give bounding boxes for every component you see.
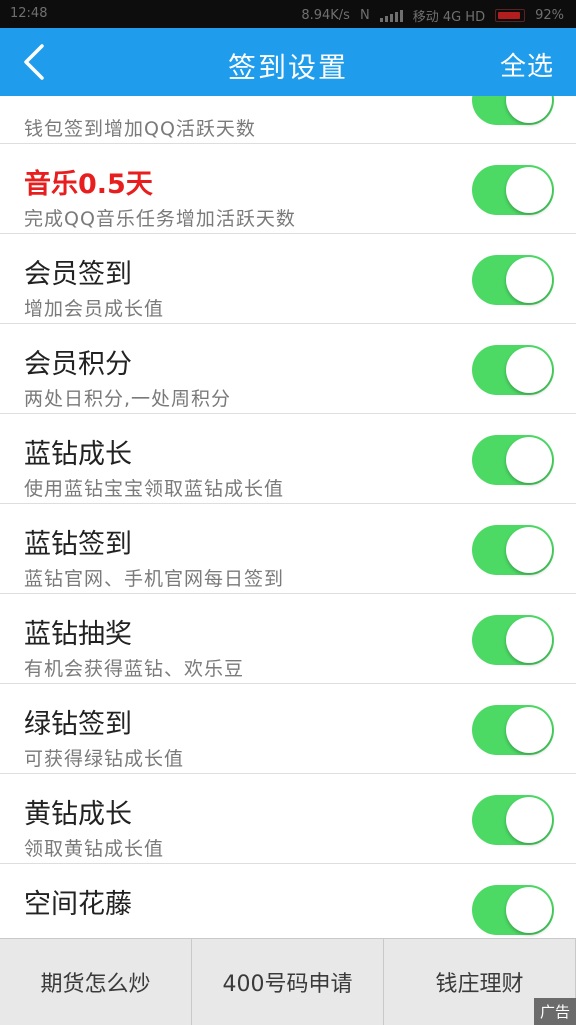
app-header: 签到设置 全选 — [0, 28, 576, 96]
list-item: 空间花藤 — [0, 864, 576, 940]
status-bar: 12:48 8.94K/s N 移动 4G HD 92% — [0, 0, 576, 28]
ad-badge: 广告 — [533, 998, 576, 1025]
toggle-switch[interactable] — [472, 345, 554, 395]
ad-bar: 期货怎么炒 400号码申请 钱庄理财 广告 — [0, 938, 576, 1025]
item-description: 有机会获得蓝钻、欢乐豆 — [24, 658, 245, 680]
toggle-knob — [506, 96, 552, 123]
toggle-knob — [506, 617, 552, 663]
item-description: 增加会员成长值 — [24, 298, 165, 320]
toggle-switch[interactable] — [472, 435, 554, 485]
item-title: 绿钻签到 — [24, 709, 132, 740]
item-description: 两处日积分,一处周积分 — [24, 388, 232, 410]
select-all-button[interactable]: 全选 — [500, 46, 554, 83]
sign-in-list-inner: 钱包签到增加QQ活跃天数音乐0.5天完成QQ音乐任务增加活跃天数会员签到增加会员… — [0, 96, 576, 940]
toggle-switch[interactable] — [472, 615, 554, 665]
item-description: 完成QQ音乐任务增加活跃天数 — [24, 208, 296, 230]
item-title: 蓝钻签到 — [24, 529, 132, 560]
toggle-switch[interactable] — [472, 885, 554, 935]
item-title: 空间花藤 — [24, 889, 132, 920]
toggle-switch[interactable] — [472, 795, 554, 845]
network-speed: 8.94K/s — [301, 8, 350, 23]
item-title: 音乐0.5天 — [24, 169, 153, 200]
status-time: 12:48 — [10, 6, 48, 21]
item-description: 使用蓝钻宝宝领取蓝钻成长值 — [24, 478, 285, 500]
signal-icon — [379, 9, 403, 22]
toggle-knob — [506, 887, 552, 933]
ad-link-futures[interactable]: 期货怎么炒 — [0, 939, 192, 1025]
toggle-knob — [506, 437, 552, 483]
list-item: 蓝钻签到蓝钻官网、手机官网每日签到 — [0, 504, 576, 594]
list-item: 钱包签到增加QQ活跃天数 — [0, 96, 576, 144]
page-title: 签到设置 — [227, 51, 348, 84]
toggle-knob — [506, 797, 552, 843]
item-description: 蓝钻官网、手机官网每日签到 — [24, 568, 285, 590]
toggle-knob — [506, 257, 552, 303]
ad-link-400-number[interactable]: 400号码申请 — [192, 939, 384, 1025]
item-title: 会员积分 — [24, 349, 132, 380]
item-title: 会员签到 — [24, 259, 132, 290]
item-description: 可获得绿钻成长值 — [24, 748, 185, 770]
toggle-switch[interactable] — [472, 165, 554, 215]
item-title: 黄钻成长 — [24, 799, 132, 830]
list-item: 蓝钻成长使用蓝钻宝宝领取蓝钻成长值 — [0, 414, 576, 504]
carrier-label: 移动 4G HD — [412, 10, 486, 25]
list-item: 绿钻签到可获得绿钻成长值 — [0, 684, 576, 774]
item-description: 领取黄钻成长值 — [24, 838, 165, 860]
battery-icon — [495, 9, 526, 22]
list-item: 蓝钻抽奖有机会获得蓝钻、欢乐豆 — [0, 594, 576, 684]
status-right: 8.94K/s N 移动 4G HD 92% — [301, 6, 564, 25]
toggle-switch[interactable] — [472, 525, 554, 575]
list-item: 会员积分两处日积分,一处周积分 — [0, 324, 576, 414]
item-description: 钱包签到增加QQ活跃天数 — [24, 118, 256, 140]
item-title: 蓝钻成长 — [24, 439, 132, 470]
toggle-knob — [506, 167, 552, 213]
toggle-knob — [506, 347, 552, 393]
sign-in-list[interactable]: 钱包签到增加QQ活跃天数音乐0.5天完成QQ音乐任务增加活跃天数会员签到增加会员… — [0, 96, 576, 940]
toggle-knob — [506, 527, 552, 573]
list-item: 会员签到增加会员成长值 — [0, 234, 576, 324]
toggle-switch[interactable] — [472, 255, 554, 305]
nfc-icon: N — [359, 8, 370, 23]
item-title: 蓝钻抽奖 — [24, 619, 132, 650]
toggle-knob — [506, 707, 552, 753]
list-item: 黄钻成长领取黄钻成长值 — [0, 774, 576, 864]
toggle-switch[interactable] — [472, 96, 554, 125]
battery-percent: 92% — [535, 8, 564, 23]
list-item: 音乐0.5天完成QQ音乐任务增加活跃天数 — [0, 144, 576, 234]
toggle-switch[interactable] — [472, 705, 554, 755]
